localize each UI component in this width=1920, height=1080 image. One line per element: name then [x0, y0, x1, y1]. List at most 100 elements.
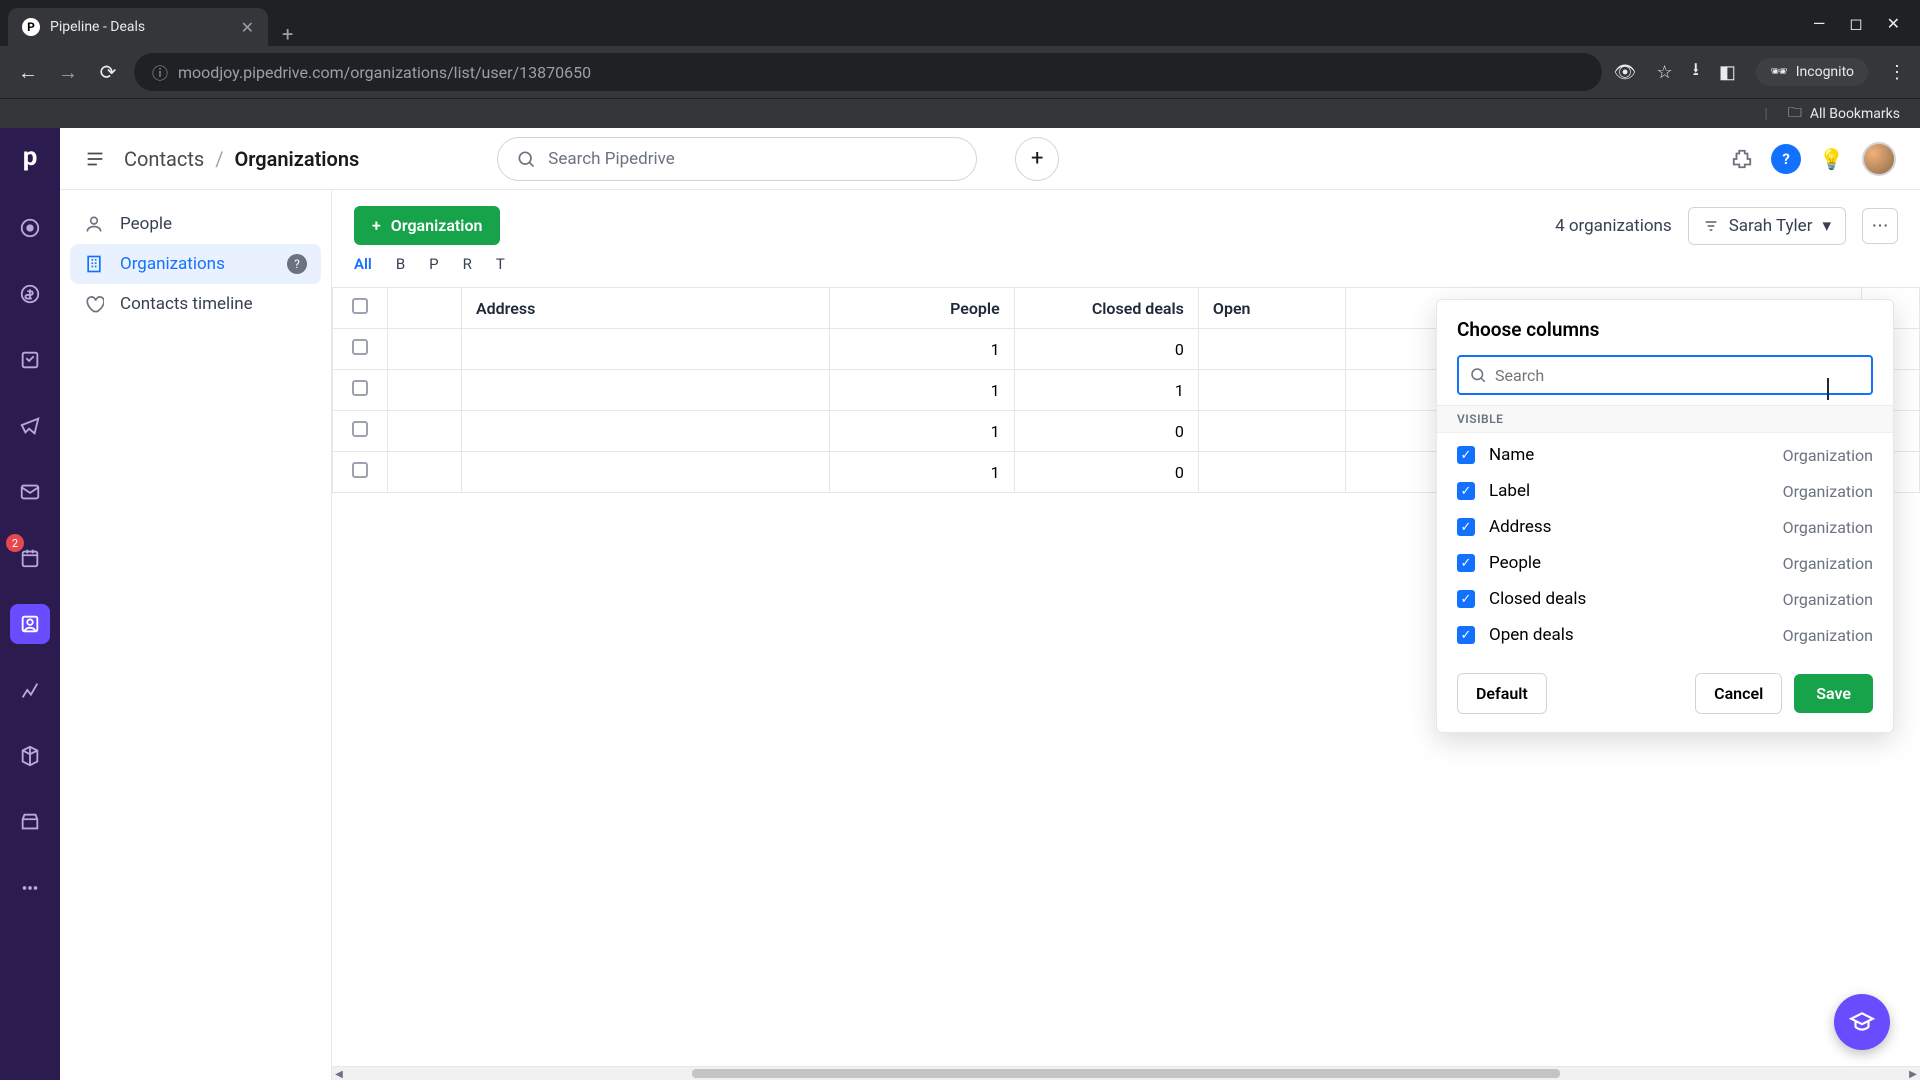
checkbox-icon[interactable]: ✓	[1457, 590, 1475, 608]
rail-insights-icon[interactable]	[10, 670, 50, 710]
row-checkbox[interactable]	[333, 452, 388, 493]
row-checkbox[interactable]	[333, 329, 388, 370]
cell-name	[388, 452, 462, 493]
column-option[interactable]: ✓ Name Organization	[1437, 437, 1893, 473]
help-icon[interactable]: ?	[1771, 144, 1801, 174]
alpha-filter-t[interactable]: T	[496, 255, 505, 273]
tips-icon[interactable]: 💡	[1819, 147, 1844, 171]
popover-section-label: VISIBLE	[1437, 405, 1893, 433]
close-window-icon[interactable]: ✕	[1887, 14, 1900, 33]
back-icon[interactable]: ←	[14, 60, 42, 85]
column-option[interactable]: ✓ People Organization	[1437, 545, 1893, 581]
rail-leads-icon[interactable]	[10, 208, 50, 248]
close-icon[interactable]: ✕	[241, 18, 254, 37]
alpha-filter-b[interactable]: B	[396, 255, 405, 273]
rail-contacts-icon[interactable]	[10, 604, 50, 644]
select-all-checkbox[interactable]	[333, 288, 388, 329]
cell-people: 1	[830, 452, 1014, 493]
owner-filter[interactable]: Sarah Tyler ▾	[1688, 207, 1846, 245]
kebab-icon[interactable]: ⋮	[1888, 62, 1906, 83]
scrollbar-thumb[interactable]	[692, 1069, 1560, 1078]
reload-icon[interactable]: ⟳	[94, 60, 122, 84]
save-button[interactable]: Save	[1794, 674, 1873, 713]
sidebar-item-organizations[interactable]: Organizations ?	[70, 244, 321, 284]
column-option[interactable]: ✓ Label Organization	[1437, 473, 1893, 509]
rail-activities-icon[interactable]: 2	[10, 538, 50, 578]
browser-chrome: P Pipeline - Deals ✕ + — ◻ ✕ ← → ⟳ ⓘ moo…	[0, 0, 1920, 128]
column-search-input[interactable]	[1457, 355, 1873, 395]
table-wrap: Address People Closed deals Open 1 0 1 1	[332, 287, 1920, 1080]
default-button[interactable]: Default	[1457, 673, 1547, 714]
sidepanel-icon[interactable]: ◧	[1719, 62, 1736, 83]
checkbox-icon[interactable]: ✓	[1457, 446, 1475, 464]
table-header-people[interactable]: People	[830, 288, 1014, 329]
popover-title: Choose columns	[1437, 318, 1893, 355]
table-header-closed[interactable]: Closed deals	[1014, 288, 1198, 329]
breadcrumb: Contacts / Organizations	[124, 147, 359, 171]
avatar[interactable]	[1862, 142, 1896, 176]
scroll-left-icon[interactable]: ◀	[332, 1067, 346, 1080]
rail-marketplace-icon[interactable]	[10, 802, 50, 842]
academy-fab[interactable]	[1834, 994, 1890, 1050]
cell-closed: 0	[1014, 452, 1198, 493]
table-header-open[interactable]: Open	[1198, 288, 1345, 329]
table-header-name[interactable]	[388, 288, 462, 329]
row-checkbox[interactable]	[333, 370, 388, 411]
sidebar-item-people[interactable]: People	[70, 204, 321, 244]
column-option[interactable]: ✓ Closed deals Organization	[1437, 581, 1893, 617]
breadcrumb-root[interactable]: Contacts	[124, 147, 204, 171]
eye-off-icon[interactable]: 👁	[1614, 62, 1637, 83]
checkbox-icon[interactable]: ✓	[1457, 518, 1475, 536]
alpha-filter-all[interactable]: All	[354, 255, 372, 273]
global-search-input[interactable]: Search Pipedrive	[497, 137, 977, 181]
download-icon[interactable]: ⭳	[1693, 57, 1699, 87]
cell-open	[1198, 329, 1345, 370]
cell-closed: 0	[1014, 411, 1198, 452]
cancel-button[interactable]: Cancel	[1695, 673, 1782, 714]
all-bookmarks-button[interactable]: All Bookmarks	[1810, 106, 1900, 122]
sidebar-item-timeline[interactable]: Contacts timeline	[70, 284, 321, 324]
rail-more-icon[interactable]	[10, 868, 50, 908]
logo-icon[interactable]: p	[23, 142, 38, 172]
row-checkbox[interactable]	[333, 411, 388, 452]
rail-products-icon[interactable]	[10, 736, 50, 776]
cell-address	[461, 329, 829, 370]
help-badge-icon[interactable]: ?	[287, 254, 307, 274]
extensions-icon[interactable]	[1731, 148, 1753, 170]
column-option[interactable]: ✓ Address Organization	[1437, 509, 1893, 545]
main: Contacts / Organizations Search Pipedriv…	[60, 128, 1920, 1080]
rail-mail-icon[interactable]	[10, 472, 50, 512]
menu-toggle-icon[interactable]	[84, 148, 106, 170]
rail-campaigns-icon[interactable]	[10, 406, 50, 446]
maximize-icon[interactable]: ◻	[1849, 14, 1862, 33]
new-tab-button[interactable]: +	[268, 22, 307, 46]
popover-actions: Default Cancel Save	[1437, 657, 1893, 714]
rail-deals-icon[interactable]	[10, 274, 50, 314]
browser-tab[interactable]: P Pipeline - Deals ✕	[8, 8, 268, 46]
checkbox-icon[interactable]: ✓	[1457, 626, 1475, 644]
column-list[interactable]: ✓ Name Organization✓ Label Organization✓…	[1437, 433, 1893, 657]
column-option[interactable]: ✓ Open deals Organization	[1437, 617, 1893, 653]
browser-nav-bar: ← → ⟳ ⓘ moodjoy.pipedrive.com/organizati…	[0, 46, 1920, 98]
alpha-filter-r[interactable]: R	[463, 255, 472, 273]
choose-columns-popover: Choose columns VISIBLE ✓ Name Organizati…	[1436, 299, 1894, 733]
table-header-address[interactable]: Address	[461, 288, 829, 329]
column-search-field[interactable]	[1495, 366, 1861, 385]
rail-badge: 2	[6, 534, 24, 552]
more-actions-button[interactable]: ⋯	[1862, 208, 1898, 244]
checkbox-icon[interactable]: ✓	[1457, 554, 1475, 572]
rail-projects-icon[interactable]	[10, 340, 50, 380]
checkbox-icon[interactable]: ✓	[1457, 482, 1475, 500]
add-organization-button[interactable]: + Organization	[354, 206, 500, 245]
minimize-icon[interactable]: —	[1813, 14, 1826, 33]
site-info-icon[interactable]: ⓘ	[152, 60, 168, 84]
url-bar[interactable]: ⓘ moodjoy.pipedrive.com/organizations/li…	[134, 53, 1602, 91]
tab-title: Pipeline - Deals	[50, 19, 145, 35]
incognito-indicator[interactable]: 🕶 Incognito	[1756, 58, 1868, 86]
scroll-right-icon[interactable]: ▶	[1906, 1067, 1920, 1080]
cell-open	[1198, 452, 1345, 493]
add-button[interactable]: +	[1015, 137, 1059, 181]
horizontal-scrollbar[interactable]: ◀ ▶	[332, 1066, 1920, 1080]
alpha-filter-p[interactable]: P	[429, 255, 438, 273]
star-icon[interactable]: ☆	[1656, 62, 1672, 83]
